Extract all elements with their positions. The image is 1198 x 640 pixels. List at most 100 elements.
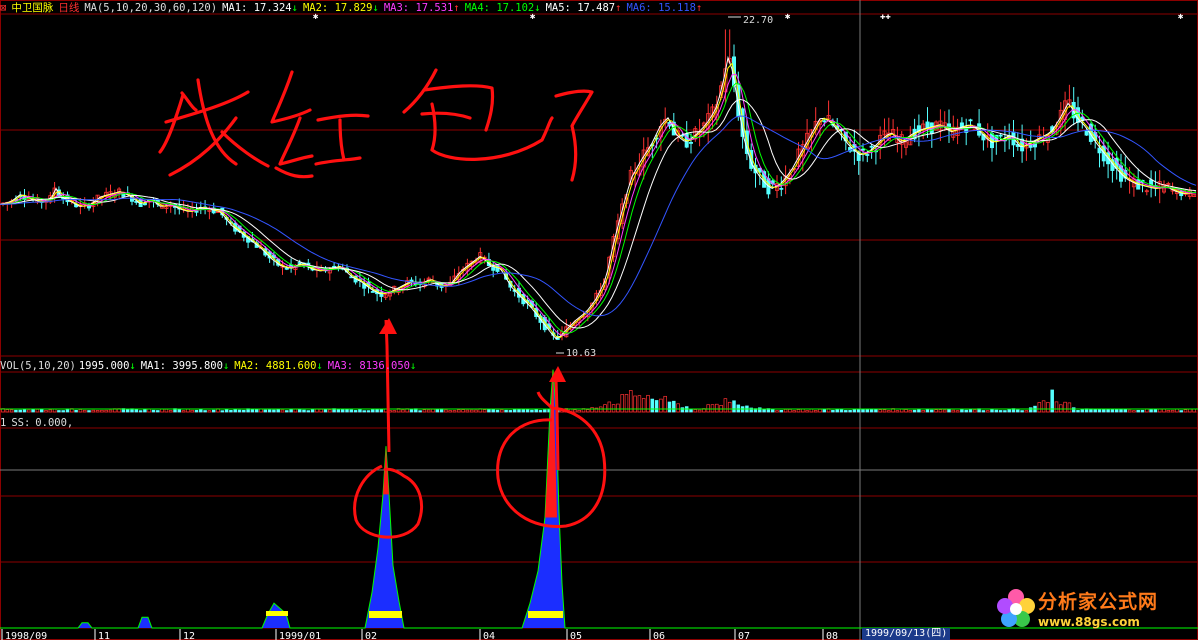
volume-bar	[942, 409, 947, 413]
volume-bar	[1123, 408, 1128, 413]
volume-bar	[27, 409, 31, 413]
volume-bar	[242, 409, 246, 413]
volume-bar	[1063, 401, 1067, 413]
vol-ma-value-arrow-2: ↓	[316, 360, 323, 372]
volume-bar	[422, 409, 427, 413]
volume-bar	[770, 409, 775, 413]
menu-icon[interactable]: ⊠	[0, 2, 6, 14]
stock-name: 中卫国脉	[11, 2, 54, 14]
volume-bar	[947, 409, 951, 413]
site-logo: 分析家公式网 www.88gs.com	[994, 583, 1184, 635]
volume-bar	[401, 409, 405, 413]
vol-ma-value-arrow-1: ↓	[222, 360, 230, 372]
volume-bar	[521, 409, 526, 413]
candle-body	[284, 267, 289, 270]
handwriting-stroke-3	[402, 68, 554, 161]
volume-panel	[0, 389, 1198, 413]
ma-value-arrow-2: ↓	[372, 2, 379, 14]
volume-bar	[676, 403, 680, 413]
candle	[663, 107, 668, 129]
volume-bar	[710, 404, 715, 413]
volume-bar	[444, 409, 448, 413]
ma-value-4: MA4: 17.102↓	[464, 2, 541, 14]
volume-bar	[452, 410, 457, 413]
candle	[1153, 171, 1158, 197]
volume-bar	[57, 410, 61, 413]
volume-bar	[1149, 409, 1153, 413]
volume-bar	[973, 409, 977, 413]
volume-bar	[353, 410, 358, 413]
volume-bar	[736, 404, 741, 413]
date-label-4: 02	[365, 631, 377, 640]
candle	[925, 107, 930, 138]
date-label-9: 08	[826, 631, 838, 640]
volume-bar	[108, 409, 113, 413]
volume-bar	[285, 410, 289, 413]
volume-bar	[194, 409, 199, 413]
volume-bar	[951, 409, 956, 413]
candle-body	[1084, 129, 1089, 136]
volume-bar	[1076, 410, 1080, 413]
ma-value-5: MA5: 17.487↑	[545, 2, 622, 14]
ma-value-3: MA3: 17.531↑	[383, 2, 460, 14]
candle-body	[822, 120, 827, 123]
volume-bar	[366, 410, 371, 413]
ma-value-arrow-5: ↑	[615, 2, 622, 14]
date-label-2: 12	[183, 631, 195, 640]
volume-bar	[792, 410, 796, 413]
price-panel: ✱ ✱ ✱ ✚✚ ✱	[0, 12, 1197, 354]
date-label-8: 07	[738, 631, 750, 640]
candle	[164, 206, 169, 214]
volume-bar	[895, 410, 900, 413]
date-label-3: 1999/01	[279, 631, 321, 640]
volume-bar	[82, 409, 87, 413]
volume-bar	[689, 409, 693, 413]
grid-lines	[0, 0, 1198, 640]
volume-bar	[697, 409, 702, 413]
volume-bar	[104, 409, 108, 413]
volume-bar	[964, 409, 968, 413]
candle-body	[865, 154, 870, 156]
volume-bar	[418, 410, 422, 413]
volume-bar	[224, 409, 229, 413]
outer-border	[0, 0, 1198, 640]
volume-bar	[723, 398, 728, 413]
date-tab[interactable]: 1999/09/13(四)	[862, 628, 951, 640]
ma-values: MA1: 17.324↓ MA2: 17.829↓ MA3: 17.531↑ MA4:…	[222, 2, 707, 14]
arrow-head-2	[549, 366, 566, 382]
volume-bar	[1054, 401, 1059, 413]
vol-ma-value-2: MA2: 4881.600↓	[234, 360, 323, 372]
volume-bar	[1024, 410, 1029, 413]
handwritten-annotations	[158, 68, 607, 539]
volume-bar	[358, 409, 362, 413]
volume-bar	[31, 408, 35, 413]
candle	[1131, 173, 1136, 197]
volume-bar	[822, 409, 827, 413]
volume-bar	[500, 409, 504, 413]
volume-bar	[168, 410, 173, 413]
volume-bar	[1097, 409, 1102, 413]
volume-bar	[1037, 402, 1042, 413]
candle	[826, 100, 831, 120]
volume-bar	[921, 410, 925, 413]
volume-bar	[878, 409, 882, 413]
volume-bar	[362, 410, 366, 413]
volume-bar	[641, 398, 646, 413]
ss-label: SS:	[11, 417, 31, 429]
ma-value-arrow-3: ↑	[453, 2, 460, 14]
candle-body	[121, 193, 126, 197]
volume-bar	[577, 409, 581, 413]
volume-bar	[573, 409, 577, 413]
volume-bar	[727, 401, 732, 413]
candle	[1144, 188, 1149, 196]
volume-bar	[603, 404, 607, 413]
volume-bar	[495, 409, 500, 413]
candle	[684, 121, 689, 149]
volume-bar	[611, 404, 616, 413]
volume-bar	[762, 408, 766, 413]
ma-value-2: MA2: 17.829↓	[302, 2, 379, 14]
volume-bar	[143, 409, 147, 413]
logo-url: www.88gs.com	[1038, 615, 1140, 629]
volume-bar	[1020, 410, 1024, 413]
volume-bar	[831, 409, 835, 413]
